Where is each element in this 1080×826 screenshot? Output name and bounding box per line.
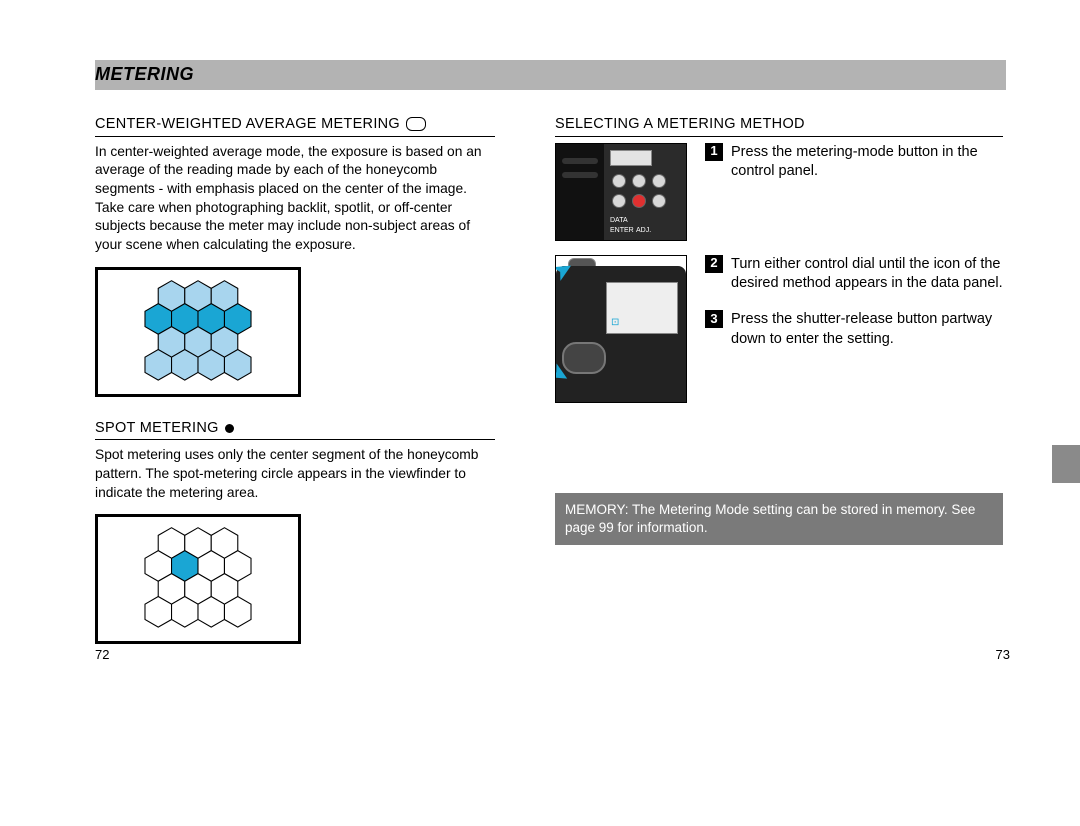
center-weighted-icon (406, 117, 426, 131)
heading-selecting-label: SELECTING A METERING METHOD (555, 115, 805, 134)
body-center-weighted: In center-weighted average mode, the exp… (95, 143, 495, 255)
honeycomb-center-weighted (95, 267, 301, 397)
heading-spot: SPOT METERING (95, 419, 495, 441)
heading-selecting: SELECTING A METERING METHOD (555, 115, 1003, 137)
body-spot: Spot metering uses only the center segme… (95, 446, 495, 502)
panel-label-adj: ADJ. (636, 226, 651, 235)
panel-label-data: DATA (610, 216, 628, 225)
spot-icon (225, 424, 234, 433)
step-2-number: 2 (705, 255, 723, 273)
honeycomb-cw-svg (108, 277, 288, 387)
heading-center-weighted: CENTER-WEIGHTED AVERAGE METERING (95, 115, 495, 137)
panel-label-enter: ENTER (610, 226, 634, 235)
illustration-shoulder: ⊡ ➤ ➤ (555, 255, 687, 403)
step-2-text: Turn either control dial until the icon … (731, 255, 1003, 294)
heading-spot-label: SPOT METERING (95, 419, 219, 438)
step-3-text: Press the shutter-release button partway… (731, 310, 1003, 349)
honeycomb-spot-svg (108, 524, 288, 634)
honeycomb-spot (95, 514, 301, 644)
step-1-text: Press the metering-mode button in the co… (731, 143, 1003, 182)
page-number-right: 73 (996, 647, 1010, 664)
illustration-control-panel: DATA ENTER ADJ. (555, 143, 687, 241)
step-1-number: 1 (705, 143, 723, 161)
step-1: 1 Press the metering-mode button in the … (705, 143, 1003, 182)
page-number-left: 72 (95, 647, 109, 664)
step-2: 2 Turn either control dial until the ico… (705, 255, 1003, 294)
heading-center-weighted-label: CENTER-WEIGHTED AVERAGE METERING (95, 115, 400, 134)
step-3-number: 3 (705, 310, 723, 328)
step-3: 3 Press the shutter-release button partw… (705, 310, 1003, 349)
header-band (95, 60, 1006, 90)
memory-note: MEMORY: The Metering Mode setting can be… (555, 493, 1003, 545)
page-title: METERING (95, 60, 194, 90)
lcd-metering-icon: ⊡ (611, 316, 619, 329)
section-tab (1052, 445, 1080, 483)
